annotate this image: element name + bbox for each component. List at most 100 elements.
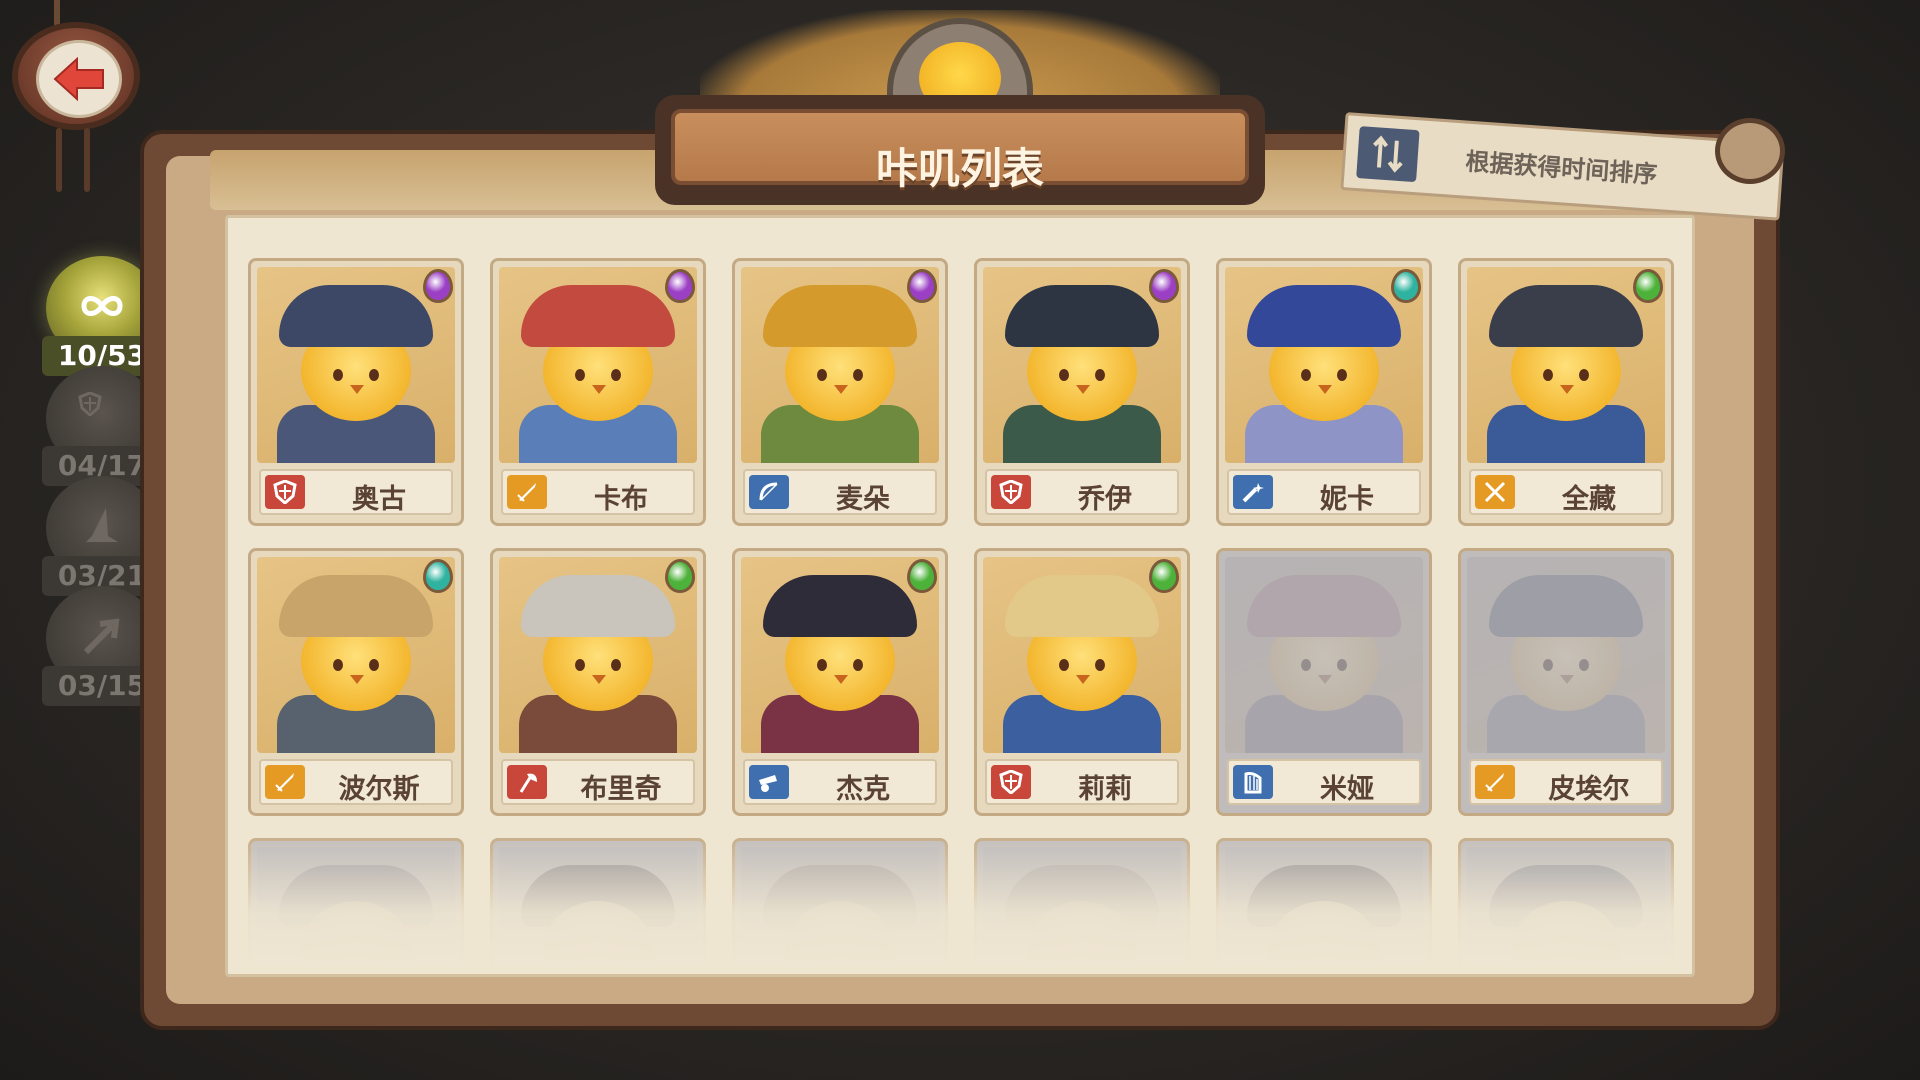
character-card[interactable]: 米娅: [1216, 548, 1432, 816]
rarity-gem-icon: [1149, 559, 1179, 593]
character-name: 莉莉: [1078, 774, 1132, 805]
rarity-gem-icon: [907, 269, 937, 303]
sort-label: 根据获得时间排序: [1464, 147, 1659, 189]
character-card[interactable]: 麦朵: [732, 258, 948, 526]
rarity-gem-icon: [1149, 269, 1179, 303]
eye: [817, 369, 827, 381]
wand-icon: [1233, 475, 1273, 509]
rarity-gem-icon: [1633, 269, 1663, 303]
character-nameplate: 布里奇: [501, 759, 695, 805]
character-hat: [1005, 575, 1159, 637]
beak: [1560, 385, 1574, 394]
character-hat: [763, 285, 917, 347]
character-hat: [763, 575, 917, 637]
shield-icon: [991, 765, 1031, 799]
bow-icon: [749, 475, 789, 509]
eye: [333, 369, 343, 381]
eye: [1337, 369, 1347, 381]
eye: [1059, 369, 1069, 381]
character-hat: [1489, 285, 1643, 347]
character-card[interactable]: 全藏: [1458, 258, 1674, 526]
infinity-icon: [78, 282, 126, 330]
title-plate-wood: 咔叽列表: [671, 109, 1249, 193]
eye: [369, 659, 379, 671]
beak: [1076, 675, 1090, 684]
sword-icon: [265, 765, 305, 799]
character-name: 奥古: [352, 484, 406, 515]
eye: [1059, 659, 1069, 671]
rarity-gem-icon: [907, 559, 937, 593]
eye: [853, 369, 863, 381]
eye: [369, 369, 379, 381]
character-nameplate: 妮卡: [1227, 469, 1421, 515]
shield-icon: [991, 475, 1031, 509]
eye: [1301, 369, 1311, 381]
eye: [575, 659, 585, 671]
eye: [817, 659, 827, 671]
back-button-face: [36, 40, 122, 118]
character-card[interactable]: 卡布: [490, 258, 706, 526]
character-hat: [521, 575, 675, 637]
character-nameplate: 奥古: [259, 469, 453, 515]
page-title: 咔叽列表: [875, 144, 1044, 193]
rarity-gem-icon: [665, 269, 695, 303]
character-card[interactable]: 波尔斯: [248, 548, 464, 816]
back-button[interactable]: [12, 22, 140, 130]
character-hat: [279, 285, 433, 347]
eye: [1095, 659, 1105, 671]
character-nameplate: 杰克: [743, 759, 937, 805]
character-nameplate: 卡布: [501, 469, 695, 515]
harp-icon: [1233, 765, 1273, 799]
sort-arrows-icon: [1356, 126, 1420, 183]
character-card[interactable]: 皮埃尔: [1458, 548, 1674, 816]
character-nameplate: 全藏: [1469, 469, 1663, 515]
character-nameplate: 麦朵: [743, 469, 937, 515]
wizard-hat-icon: [78, 502, 126, 550]
eye: [1095, 369, 1105, 381]
beak: [834, 675, 848, 684]
eye: [611, 369, 621, 381]
eye: [575, 369, 585, 381]
cannon-icon: [749, 765, 789, 799]
beak: [834, 385, 848, 394]
character-name: 全藏: [1562, 484, 1616, 515]
sword-icon: [1475, 765, 1515, 799]
character-name: 皮埃尔: [1548, 774, 1630, 805]
eye: [1579, 369, 1589, 381]
shield-icon: [78, 391, 126, 440]
eye: [333, 659, 343, 671]
beak: [1076, 385, 1090, 394]
character-name: 妮卡: [1320, 484, 1374, 515]
character-card[interactable]: 杰克: [732, 548, 948, 816]
character-card[interactable]: 布里奇: [490, 548, 706, 816]
character-nameplate: 皮埃尔: [1469, 759, 1663, 805]
character-name: 布里奇: [580, 774, 662, 805]
character-nameplate: 米娅: [1227, 759, 1421, 805]
character-card[interactable]: 奥古: [248, 258, 464, 526]
character-card[interactable]: 莉莉: [974, 548, 1190, 816]
shield-icon: [265, 475, 305, 509]
sword-icon: [507, 475, 547, 509]
rarity-gem-icon: [423, 269, 453, 303]
sort-knob-icon: [1715, 118, 1785, 184]
eye: [1543, 369, 1553, 381]
arrow-icon: [78, 612, 126, 660]
axe-icon: [507, 765, 547, 799]
back-button-legs: [54, 128, 94, 200]
beak: [1318, 385, 1332, 394]
eye: [611, 659, 621, 671]
character-name: 杰克: [836, 774, 890, 805]
title-plate: 咔叽列表: [655, 95, 1265, 205]
scroll-fade: [230, 830, 1690, 970]
rarity-gem-icon: [665, 559, 695, 593]
character-card[interactable]: 妮卡: [1216, 258, 1432, 526]
character-name: 波尔斯: [338, 774, 420, 805]
character-nameplate: 莉莉: [985, 759, 1179, 805]
crossed-swords-icon: [1475, 475, 1515, 509]
character-nameplate: 乔伊: [985, 469, 1179, 515]
eye: [853, 659, 863, 671]
character-hat: [279, 575, 433, 637]
character-name: 米娅: [1320, 774, 1374, 805]
character-card[interactable]: 乔伊: [974, 258, 1190, 526]
character-hat: [1247, 285, 1401, 347]
